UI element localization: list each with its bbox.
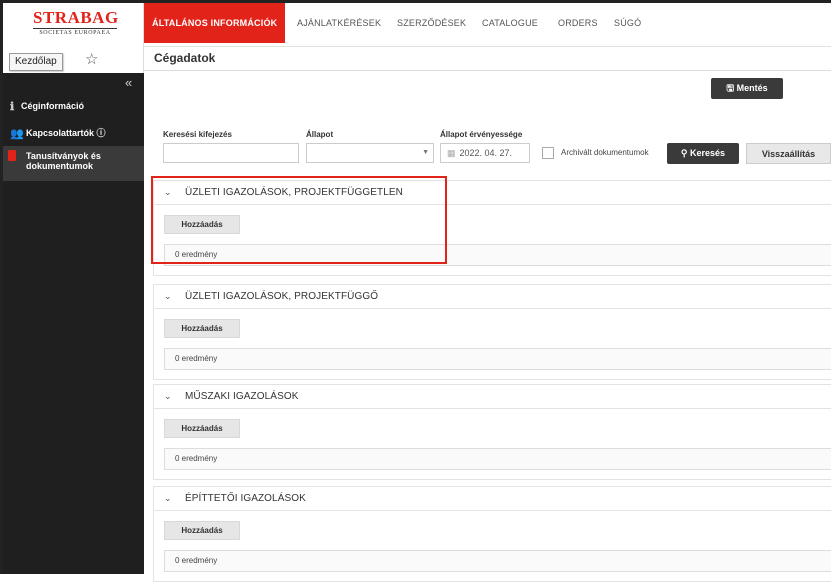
validity-date-value: 2022. 04. 27. bbox=[459, 148, 513, 158]
tab-general-info[interactable]: ÁLTALÁNOS INFORMÁCIÓK bbox=[144, 3, 286, 43]
home-row: Kezdőlap ☆ bbox=[3, 47, 144, 73]
sidebar-item-label: Tanusítványok és dokumentumok bbox=[26, 151, 101, 171]
strabag-logo[interactable]: STRABAG SOCIETAS EUROPAEA bbox=[33, 8, 119, 36]
sidebar-item-certificates[interactable]: Tanusítványok és dokumentumok bbox=[3, 146, 144, 181]
calendar-icon: ▦ bbox=[447, 148, 456, 158]
chevron-down-icon: ⌄ bbox=[164, 291, 172, 301]
save-button[interactable]: 🖫 Mentés bbox=[711, 78, 783, 99]
validity-label: Állapot érvényessége bbox=[440, 130, 523, 139]
section-builder: ⌄ ÉPÍTTETŐI IGAZOLÁSOK Hozzáadás 0 eredm… bbox=[153, 486, 831, 582]
logo-text: STRABAG bbox=[33, 8, 119, 27]
top-navigation: ÁLTALÁNOS INFORMÁCIÓK AJÁNLATKÉRÉSEK SZE… bbox=[144, 3, 831, 47]
chevron-down-icon: ⌄ bbox=[164, 391, 172, 401]
star-icon[interactable]: ☆ bbox=[85, 50, 98, 68]
search-label: Keresési kifejezés bbox=[163, 130, 232, 139]
document-icon bbox=[8, 150, 16, 161]
sidebar-item-label: Céginformáció bbox=[21, 101, 85, 111]
tab-requests[interactable]: AJÁNLATKÉRÉSEK bbox=[297, 3, 381, 43]
section-title: ÉPÍTTETŐI IGAZOLÁSOK bbox=[185, 493, 306, 504]
search-button[interactable]: ⚲ Keresés bbox=[667, 143, 739, 164]
sidebar-item-label: Kapcsolattartók ⓘ bbox=[26, 128, 106, 138]
chevron-down-icon: ⌄ bbox=[164, 493, 172, 503]
tab-catalogue[interactable]: CATALOGUE bbox=[482, 3, 538, 43]
sidebar: STRABAG SOCIETAS EUROPAEA Kezdőlap ☆ « ℹ… bbox=[3, 3, 144, 574]
title-bar: Cégadatok bbox=[144, 47, 831, 71]
section-title: MŰSZAKI IGAZOLÁSOK bbox=[185, 391, 299, 402]
save-icon: 🖫 bbox=[726, 83, 735, 93]
add-button[interactable]: Hozzáadás bbox=[164, 521, 240, 540]
search-button-label: Keresés bbox=[690, 148, 726, 158]
section-title: ÜZLETI IGAZOLÁSOK, PROJEKTFÜGGŐ bbox=[185, 291, 379, 302]
logo-subtext: SOCIETAS EUROPAEA bbox=[33, 28, 117, 36]
reset-button[interactable]: Visszaállítás bbox=[746, 143, 831, 164]
results-count: 0 eredmény bbox=[164, 348, 831, 370]
page-title: Cégadatok bbox=[154, 51, 216, 65]
section-business-dependent: ⌄ ÜZLETI IGAZOLÁSOK, PROJEKTFÜGGŐ Hozzáa… bbox=[153, 284, 831, 380]
collapse-sidebar-icon[interactable]: « bbox=[125, 75, 132, 90]
archive-label: Archivált dokumentumok bbox=[561, 148, 649, 157]
chevron-down-icon: ▼ bbox=[422, 149, 429, 156]
add-button[interactable]: Hozzáadás bbox=[164, 419, 240, 438]
add-button[interactable]: Hozzáadás bbox=[164, 319, 240, 338]
search-input[interactable] bbox=[163, 143, 299, 163]
tab-help[interactable]: SÚGÓ bbox=[614, 3, 641, 43]
tab-orders[interactable]: ORDERS bbox=[558, 3, 598, 43]
results-count: 0 eredmény bbox=[164, 550, 831, 572]
logo-area: STRABAG SOCIETAS EUROPAEA bbox=[3, 3, 144, 47]
results-count: 0 eredmény bbox=[164, 448, 831, 470]
status-select[interactable]: ▼ bbox=[306, 143, 434, 163]
archive-checkbox[interactable] bbox=[542, 147, 554, 159]
tab-contracts[interactable]: SZERZŐDÉSEK bbox=[397, 3, 466, 43]
info-icon: ℹ bbox=[10, 101, 15, 113]
section-header[interactable]: ⌄ ÜZLETI IGAZOLÁSOK, PROJEKTFÜGGŐ bbox=[154, 285, 831, 309]
home-button[interactable]: Kezdőlap bbox=[9, 53, 63, 71]
validity-date-input[interactable]: ▦ 2022. 04. 27. bbox=[440, 143, 530, 163]
status-label: Állapot bbox=[306, 130, 334, 139]
section-technical: ⌄ MŰSZAKI IGAZOLÁSOK Hozzáadás 0 eredmén… bbox=[153, 384, 831, 480]
search-icon: ⚲ bbox=[680, 148, 688, 158]
section-header[interactable]: ⌄ ÉPÍTTETŐI IGAZOLÁSOK bbox=[154, 487, 831, 511]
section-header[interactable]: ⌄ MŰSZAKI IGAZOLÁSOK bbox=[154, 385, 831, 409]
save-label: Mentés bbox=[736, 83, 768, 93]
people-icon: 👥 bbox=[10, 128, 24, 140]
highlight-box bbox=[151, 176, 447, 264]
